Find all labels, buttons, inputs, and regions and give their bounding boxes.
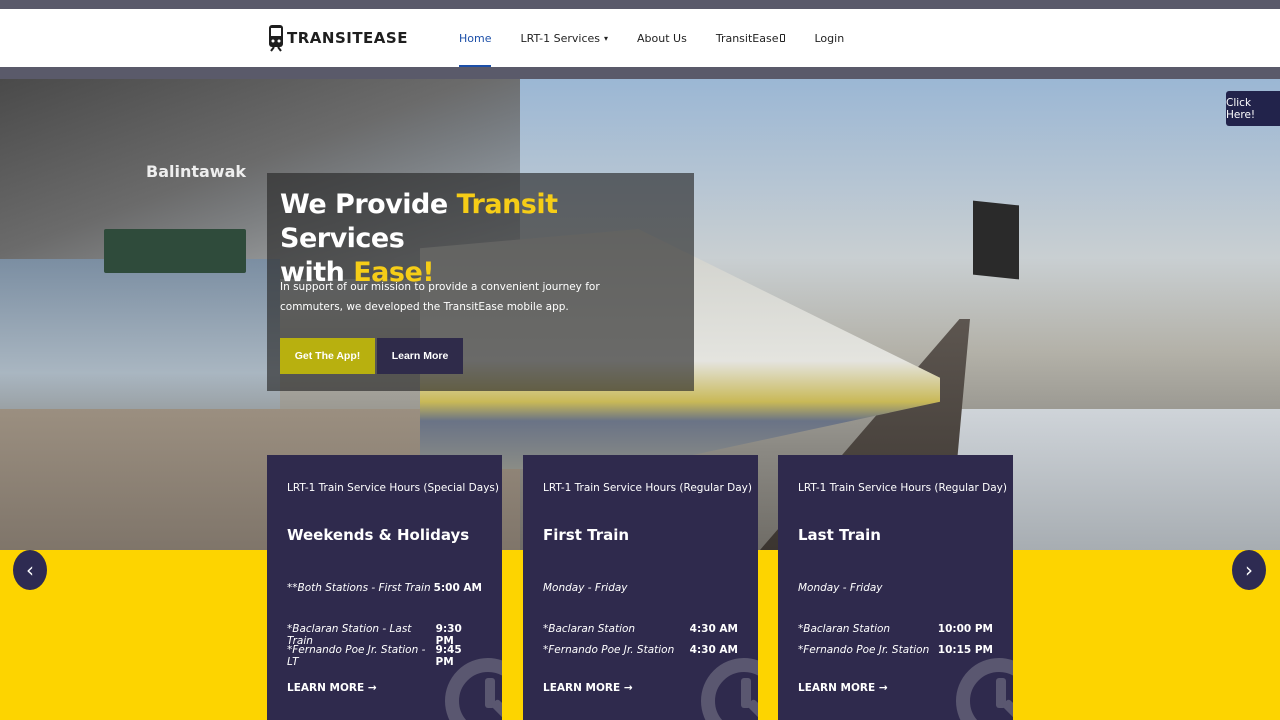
service-card-special-days: LRT-1 Train Service Hours (Special Days)… [267,455,502,720]
row-label: *Fernando Poe Jr. Station - LT [287,644,426,668]
arrow-right-icon: → [878,682,888,694]
nav-home[interactable]: Home [459,9,492,67]
click-here-button[interactable]: Click Here! [1226,91,1280,126]
headline-text-1: We Provide [280,189,457,220]
learn-more-link[interactable]: LEARN MORE → [287,682,377,694]
learn-more-link[interactable]: LEARN MORE → [798,682,888,694]
headline-highlight-1: Transit [456,189,558,220]
nav-lrt1-services-label: LRT-1 Services [520,31,601,45]
nav-about-us[interactable]: About Us [637,9,687,67]
row-time: 9:45 PM [435,644,462,668]
chevron-down-icon: ▾ [604,33,609,43]
row-label: *Fernando Poe Jr. Station [798,644,930,656]
service-card-last-train: LRT-1 Train Service Hours (Regular Day) … [778,455,1013,720]
card-row: *Baclaran Station 10:00 PM [798,623,993,635]
service-card-first-train: LRT-1 Train Service Hours (Regular Day) … [523,455,758,720]
phone-icon [780,34,786,42]
row-time: 5:00 AM [433,582,482,594]
card-row: **Both Stations - First Train 5:00 AM [287,582,482,594]
card-row: Monday - Friday [798,582,993,594]
hero-headline: We Provide Transit Services with Ease! [280,188,690,290]
nav-login[interactable]: Login [814,9,844,67]
get-app-button[interactable]: Get The App! [280,338,375,374]
learn-more-button[interactable]: Learn More [377,338,463,374]
chevron-left-icon: ‹ [26,558,34,582]
carousel-prev-button[interactable]: ‹ [13,550,47,590]
top-strip [0,0,1280,9]
chevron-right-icon: › [1245,558,1253,582]
row-label: **Both Stations - First Train [287,582,431,594]
nav-transitease-app[interactable]: TransitEase [716,9,786,67]
clock-icon [701,658,758,720]
station-sign [104,229,246,273]
row-time: 4:30 AM [689,623,738,635]
learn-more-label: LEARN MORE [543,682,621,694]
headline-text-2: Services [280,223,405,254]
card-row: Monday - Friday [543,582,738,594]
station-sign-text: Balintawak [146,162,247,181]
platform-monitor [973,200,1019,280]
main-nav: Home LRT-1 Services ▾ About Us TransitEas… [459,9,873,67]
card-heading: First Train [543,526,630,544]
card-row: *Baclaran Station 4:30 AM [543,623,738,635]
learn-more-label: LEARN MORE [798,682,876,694]
card-heading: Last Train [798,526,881,544]
card-heading: Weekends & Holidays [287,526,470,544]
card-row: *Fernando Poe Jr. Station 10:15 PM [798,644,993,656]
train-logo-icon [269,25,283,52]
nav-transitease-label: TransitEase [715,31,779,45]
card-title: LRT-1 Train Service Hours (Special Days) [287,482,499,494]
row-label: Monday - Friday [543,582,628,594]
nav-home-label: Home [459,31,492,45]
navbar: TRANSITEASE Home LRT-1 Services ▾ About U… [0,9,1280,67]
arrow-right-icon: → [367,682,377,694]
row-time: 10:00 PM [937,623,993,635]
row-time: 10:15 PM [937,644,993,656]
card-title: LRT-1 Train Service Hours (Regular Day) [798,482,1007,494]
arrow-right-icon: → [623,682,633,694]
nav-about-us-label: About Us [637,31,687,45]
logo[interactable]: TRANSITEASE [268,24,408,52]
row-label: Monday - Friday [798,582,883,594]
learn-more-link[interactable]: LEARN MORE → [543,682,633,694]
logo-text: TRANSITEASE [287,29,408,47]
hero-subtext: In support of our mission to provide a c… [280,281,600,313]
nav-login-label: Login [814,31,845,45]
row-label: *Fernando Poe Jr. Station [543,644,675,656]
nav-lrt1-services[interactable]: LRT-1 Services ▾ [520,9,608,67]
row-time: 4:30 AM [689,644,738,656]
row-label: *Baclaran Station [798,623,891,635]
card-row: *Fernando Poe Jr. Station 4:30 AM [543,644,738,656]
learn-more-label: LEARN MORE [287,682,365,694]
clock-icon [956,658,1013,720]
card-title: LRT-1 Train Service Hours (Regular Day) [543,482,752,494]
card-row: *Fernando Poe Jr. Station - LT 9:45 PM [287,644,482,668]
header-divider [0,67,1280,79]
carousel-next-button[interactable]: › [1232,550,1266,590]
row-label: *Baclaran Station [543,623,636,635]
